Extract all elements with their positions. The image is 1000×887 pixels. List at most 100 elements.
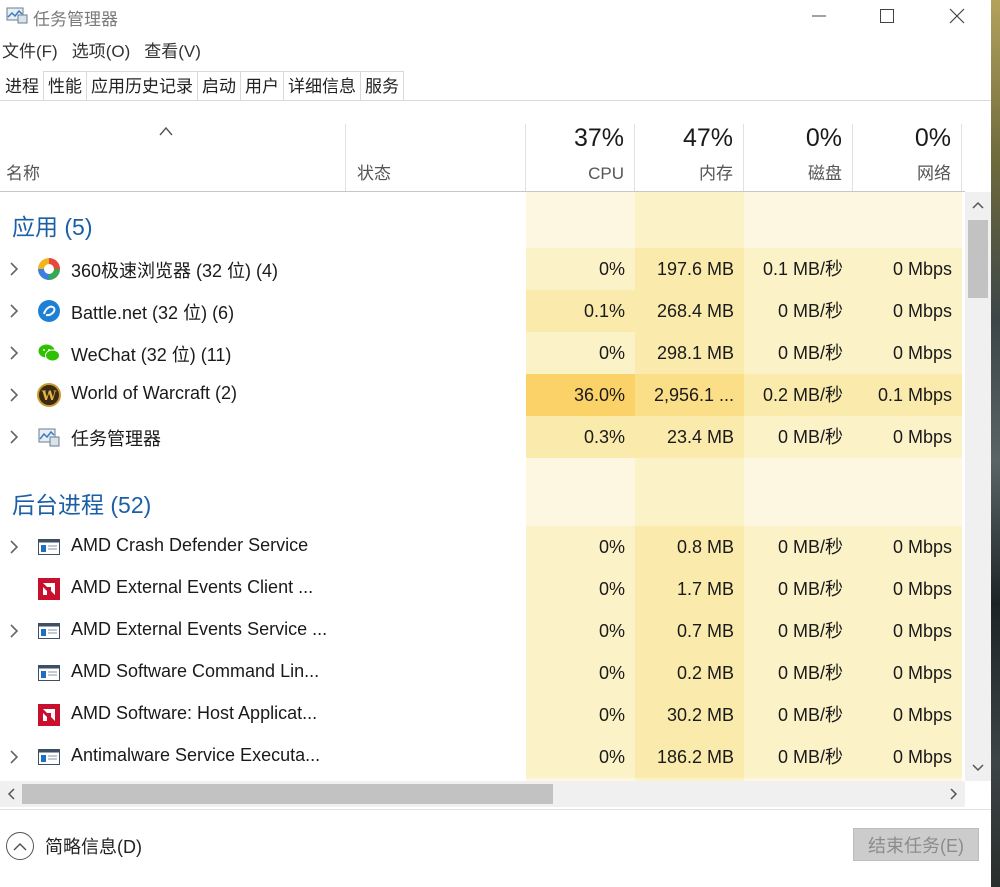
memory-value: 186.2 MB xyxy=(635,736,744,778)
amd-logo-icon xyxy=(37,703,61,727)
process-row[interactable]: Battle.net (32 位) (6) 0.1% 268.4 MB 0 MB/秒 0… xyxy=(0,290,965,332)
vertical-scroll-thumb[interactable] xyxy=(968,220,988,298)
memory-value: 1.7 MB xyxy=(635,568,744,610)
cpu-value: 0% xyxy=(526,526,635,568)
desktop-background-strip xyxy=(991,0,1000,887)
disk-value: 0 MB/秒 xyxy=(744,290,853,332)
process-row[interactable]: WeChat (32 位) (11) 0% 298.1 MB 0 MB/秒 0 Mbps xyxy=(0,332,965,374)
scroll-right-icon[interactable] xyxy=(943,781,965,807)
process-row[interactable]: Antimalware Service Executa... 0% 186.2 MB… xyxy=(0,736,965,778)
scroll-down-icon[interactable] xyxy=(965,755,991,781)
process-name: 任务管理器 xyxy=(71,429,161,449)
network-value: 0 Mbps xyxy=(853,416,962,458)
process-name: AMD Software Command Lin... xyxy=(71,661,320,681)
chevron-right-icon[interactable] xyxy=(8,303,20,319)
service-window-icon xyxy=(37,619,61,643)
service-window-icon xyxy=(37,745,61,769)
memory-value: 0.7 MB xyxy=(635,610,744,652)
process-name: 360极速浏览器 (32 位) (4) xyxy=(71,261,279,281)
tab-processes[interactable]: 进程 xyxy=(0,71,44,100)
close-button[interactable] xyxy=(926,0,988,32)
tab-app-history[interactable]: 应用历史记录 xyxy=(86,71,198,100)
footer: 简略信息(D) 结束任务(E) xyxy=(0,809,991,887)
sort-ascending-icon xyxy=(158,124,174,136)
memory-value: 197.6 MB xyxy=(635,248,744,290)
cpu-value: 0% xyxy=(526,610,635,652)
group-title: 应用 (5) xyxy=(12,214,93,240)
chevron-up-icon xyxy=(6,832,34,860)
menu-view[interactable]: 查看(V) xyxy=(142,38,207,66)
cpu-value: 0.1% xyxy=(526,290,635,332)
memory-value: 2,956.1 ... xyxy=(635,374,744,416)
disk-value: 0 MB/秒 xyxy=(744,736,853,778)
network-value: 0 Mbps xyxy=(853,248,962,290)
tab-performance[interactable]: 性能 xyxy=(43,71,87,100)
process-row[interactable]: W World of Warcraft (2) 36.0% 2,956.1 ... 0.… xyxy=(0,374,965,416)
tab-startup[interactable]: 启动 xyxy=(197,71,241,100)
network-value: 0.1 Mbps xyxy=(853,374,962,416)
minimize-button[interactable] xyxy=(788,0,850,32)
chevron-right-icon[interactable] xyxy=(8,387,20,403)
process-name: Battle.net (32 位) (6) xyxy=(71,303,235,323)
svg-text:W: W xyxy=(41,389,57,404)
chevron-right-icon[interactable] xyxy=(8,749,20,765)
disk-value: 0 MB/秒 xyxy=(744,652,853,694)
process-row[interactable]: AMD Crash Defender Service 0% 0.8 MB 0 MB/秒… xyxy=(0,526,965,568)
process-row[interactable]: 360极速浏览器 (32 位) (4) 0% 197.6 MB 0.1 MB/秒 0 M… xyxy=(0,248,965,290)
fewer-details-button[interactable]: 简略信息(D) xyxy=(6,832,142,860)
menu-file[interactable]: 文件(F) xyxy=(0,38,64,66)
column-disk[interactable]: 0% 磁盘 xyxy=(744,124,853,191)
menu-bar: 文件(F) 选项(O) 查看(V) xyxy=(0,38,213,66)
horizontal-scrollbar[interactable] xyxy=(0,781,965,807)
disk-value: 0.2 MB/秒 xyxy=(744,374,853,416)
column-network[interactable]: 0% 网络 xyxy=(853,124,962,191)
network-value: 0 Mbps xyxy=(853,652,962,694)
process-row[interactable]: 任务管理器 0.3% 23.4 MB 0 MB/秒 0 Mbps xyxy=(0,416,965,458)
cpu-value: 36.0% xyxy=(526,374,635,416)
scroll-left-icon[interactable] xyxy=(0,781,22,807)
chevron-right-icon[interactable] xyxy=(8,345,20,361)
battlenet-icon xyxy=(37,299,61,323)
end-task-button[interactable]: 结束任务(E) xyxy=(853,828,979,861)
process-row[interactable]: AMD Software Command Lin... 0% 0.2 MB 0 MB/… xyxy=(0,652,965,694)
memory-value: 23.4 MB xyxy=(635,416,744,458)
tab-details[interactable]: 详细信息 xyxy=(283,71,361,100)
tab-services[interactable]: 服务 xyxy=(360,71,404,100)
cpu-value: 0% xyxy=(526,332,635,374)
process-row[interactable]: AMD External Events Service ... 0% 0.7 MB 0… xyxy=(0,610,965,652)
tab-users[interactable]: 用户 xyxy=(240,71,284,100)
wow-icon: W xyxy=(37,383,61,407)
chevron-right-icon[interactable] xyxy=(8,623,20,639)
process-name: AMD Software: Host Applicat... xyxy=(71,703,318,723)
chevron-right-icon[interactable] xyxy=(8,261,20,277)
menu-options[interactable]: 选项(O) xyxy=(70,38,137,66)
column-disk-label: 磁盘 xyxy=(808,164,842,183)
group-title: 后台进程 (52) xyxy=(12,492,152,518)
process-row[interactable]: AMD Software: Host Applicat... 0% 30.2 MB 0… xyxy=(0,694,965,736)
column-memory-label: 内存 xyxy=(699,164,733,183)
memory-value: 298.1 MB xyxy=(635,332,744,374)
amd-logo-icon xyxy=(37,577,61,601)
column-cpu[interactable]: 37% CPU xyxy=(526,124,635,191)
maximize-button[interactable] xyxy=(856,0,918,32)
column-header: 名称 状态 37% CPU 47% 内存 0% 磁盘 0% 网络 xyxy=(0,124,965,192)
network-value: 0 Mbps xyxy=(853,290,962,332)
cpu-value: 0% xyxy=(526,568,635,610)
cpu-value: 0% xyxy=(526,248,635,290)
process-row[interactable]: AMD External Events Client ... 0% 1.7 MB 0 … xyxy=(0,568,965,610)
network-value: 0 Mbps xyxy=(853,694,962,736)
fewer-details-label: 简略信息(D) xyxy=(45,837,142,857)
scroll-up-icon[interactable] xyxy=(965,192,991,218)
column-status[interactable]: 状态 xyxy=(346,124,526,191)
chevron-right-icon[interactable] xyxy=(8,539,20,555)
horizontal-scroll-thumb[interactable] xyxy=(22,784,553,804)
column-name[interactable]: 名称 xyxy=(0,124,346,191)
chevron-right-icon[interactable] xyxy=(8,429,20,445)
360-browser-icon xyxy=(37,257,61,281)
process-name: AMD Crash Defender Service xyxy=(71,535,309,555)
vertical-scrollbar[interactable] xyxy=(965,192,991,781)
wechat-icon xyxy=(37,341,61,365)
column-memory[interactable]: 47% 内存 xyxy=(635,124,744,191)
task-manager-icon xyxy=(6,6,28,24)
memory-value: 0.2 MB xyxy=(635,652,744,694)
